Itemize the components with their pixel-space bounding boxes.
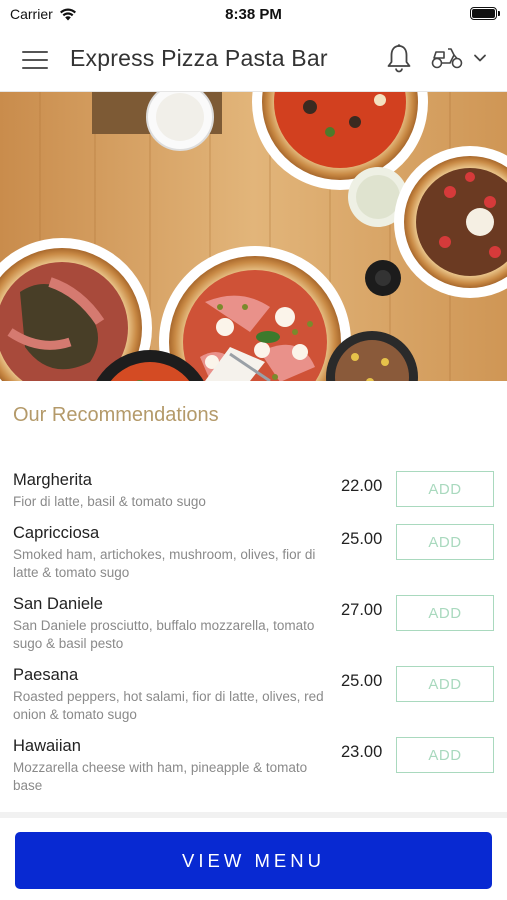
item-name: Capricciosa (13, 524, 100, 542)
item-price: 23.00 (341, 743, 383, 761)
item-description: Fior di latte, basil & tomato sugo (13, 494, 206, 509)
add-button[interactable]: ADD (396, 666, 494, 702)
add-button[interactable]: ADD (396, 471, 494, 507)
item-name: San Daniele (13, 595, 103, 613)
bell-icon[interactable] (385, 43, 413, 73)
item-description: Mozzarella cheese with ham, pineapple & … (13, 760, 308, 793)
item-price: 25.00 (341, 530, 383, 548)
pizza-photo-illustration (0, 92, 507, 381)
battery-icon (470, 7, 500, 20)
item-price: 22.00 (341, 477, 383, 495)
footer-divider (0, 812, 507, 818)
app-header: Express Pizza Pasta Bar (0, 28, 507, 92)
clock: 8:38 PM (225, 6, 282, 23)
item-description: Roasted peppers, hot salami, fior di lat… (13, 689, 324, 722)
add-button[interactable]: ADD (396, 595, 494, 631)
item-name: Paesana (13, 666, 79, 684)
view-menu-button[interactable]: VIEW MENU (15, 832, 492, 889)
item-name: Hawaiian (13, 737, 81, 755)
restaurant-title: Express Pizza Pasta Bar (70, 45, 328, 71)
recommendations-heading: Our Recommendations (13, 404, 219, 426)
chevron-down-icon[interactable] (472, 52, 488, 64)
hamburger-menu-icon[interactable] (22, 50, 48, 70)
item-price: 27.00 (341, 601, 383, 619)
item-description: Smoked ham, artichokes, mushroom, olives… (13, 547, 316, 580)
add-button[interactable]: ADD (396, 524, 494, 560)
item-price: 25.00 (341, 672, 383, 690)
item-name: Margherita (13, 471, 92, 489)
item-description: San Daniele prosciutto, buffalo mozzarel… (13, 618, 315, 651)
status-bar: Carrier 8:38 PM (0, 0, 507, 28)
hero-image (0, 92, 507, 381)
add-button[interactable]: ADD (396, 737, 494, 773)
scooter-icon[interactable] (430, 46, 464, 70)
